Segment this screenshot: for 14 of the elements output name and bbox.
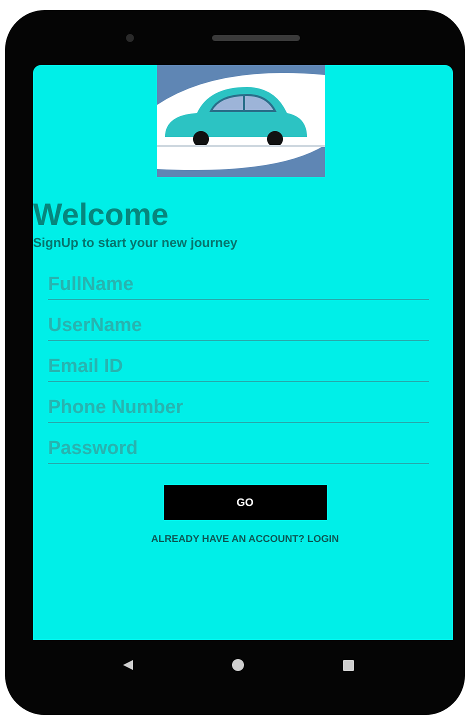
input-field[interactable]: Password (48, 434, 429, 464)
input-field[interactable]: UserName (48, 311, 429, 341)
home-icon[interactable] (232, 659, 244, 671)
subtitle: SignUp to start your new journey (33, 235, 238, 250)
recents-icon[interactable] (342, 660, 354, 670)
back-icon[interactable] (122, 659, 134, 671)
go-button[interactable]: GO (164, 485, 326, 520)
welcome-title: Welcome (33, 197, 170, 233)
input-field[interactable]: Phone Number (48, 393, 429, 423)
login-link[interactable]: ALREADY HAVE AN ACCOUNT? LOGIN (151, 534, 339, 545)
speaker-icon (212, 34, 300, 40)
input-field[interactable]: FullName (48, 270, 429, 300)
input-field[interactable]: Email ID (48, 352, 429, 382)
camera-icon (126, 34, 134, 42)
